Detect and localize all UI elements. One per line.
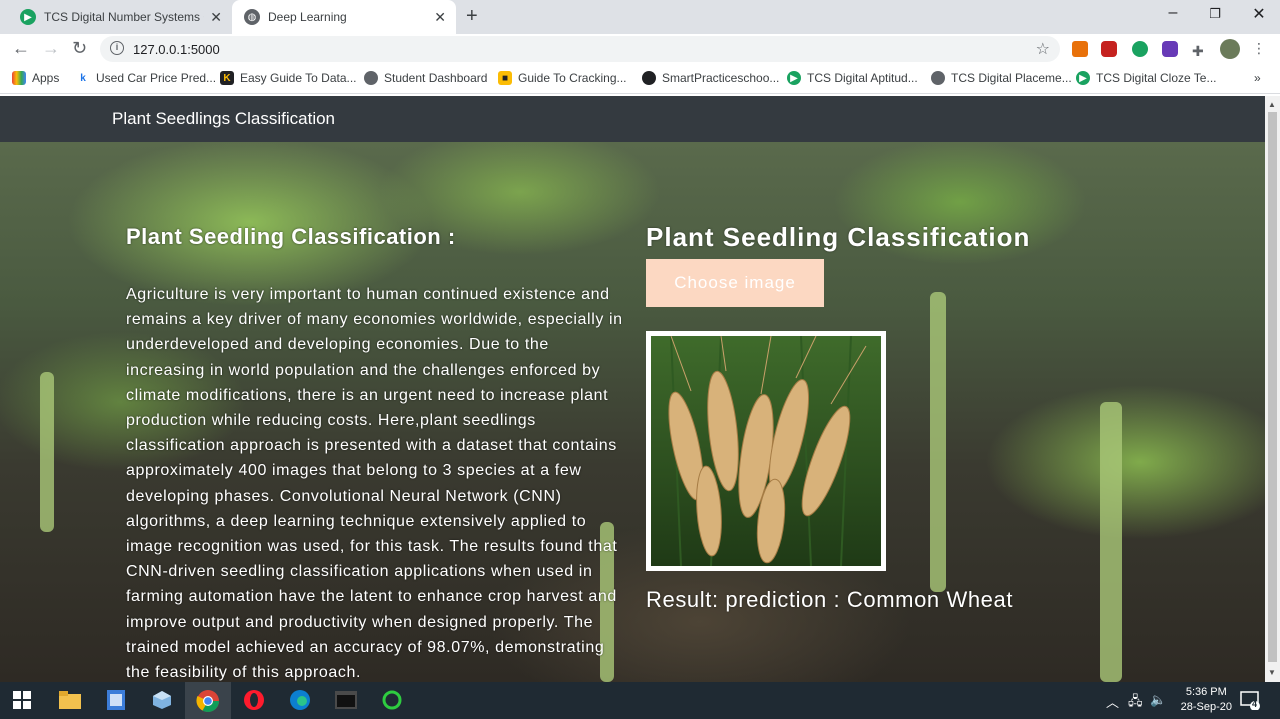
browser-toolbar: ← → ↻ i 127.0.0.1:5000 ☆: [0, 34, 1280, 64]
k-logo-icon: k: [80, 72, 86, 84]
page-scrollbar[interactable]: ▲ ▼: [1265, 96, 1280, 682]
seedling-stem: [1100, 402, 1122, 682]
globe-icon: ◍: [244, 9, 260, 25]
minimize-icon[interactable]: –: [1150, 4, 1196, 22]
section-heading: Plant Seedling Classification :: [126, 224, 456, 249]
notification-count: 4: [1252, 699, 1258, 709]
tab-title: Deep Learning: [268, 10, 347, 24]
seedling-background-image: Plant Seedling Classification : Agricult…: [0, 142, 1265, 682]
tab-title: TCS Digital Number Systems Quiz: [44, 10, 204, 24]
upload-heading: Plant Seedling Classification: [646, 222, 1031, 252]
windows-taskbar: ︿ 🖧 🔈 5:36 PM 28-Sep-20 4: [0, 682, 1280, 719]
file-explorer-icon[interactable]: [58, 688, 82, 712]
upload-column: Plant Seedling Classification Choose ima…: [646, 222, 1086, 612]
extensions-puzzle-icon[interactable]: ✚: [1192, 43, 1208, 59]
prediction-result: Result: prediction : Common Wheat: [646, 587, 1014, 612]
bookmark-label: Used Car Price Pred...: [96, 71, 217, 85]
close-tab-icon[interactable]: ✕: [210, 9, 222, 26]
uploaded-image-preview: [646, 331, 886, 571]
bookmark-student-dashboard[interactable]: Student Dashboard: [364, 71, 487, 85]
more-bookmarks-button[interactable]: »: [1254, 71, 1261, 85]
action-center-icon[interactable]: 4: [1240, 690, 1260, 713]
edge-icon[interactable]: [288, 688, 312, 712]
notepad-icon[interactable]: [104, 688, 128, 712]
globe-icon: [364, 71, 378, 85]
profile-avatar[interactable]: [1220, 39, 1240, 59]
extension-play-icon[interactable]: [1132, 41, 1148, 57]
bookmark-star-icon[interactable]: ☆: [1036, 39, 1050, 59]
description-column: Plant Seedling Classification : Agricult…: [126, 224, 626, 682]
clock-date: 28-Sep-20: [1180, 701, 1232, 713]
close-tab-icon[interactable]: ✕: [434, 9, 446, 26]
bookmark-label: Guide To Cracking...: [518, 71, 627, 85]
scrollbar-thumb[interactable]: [1268, 112, 1277, 662]
project-description: Agriculture is very important to human c…: [126, 286, 623, 682]
seedling-stem: [40, 372, 54, 532]
info-icon[interactable]: i: [110, 41, 124, 55]
terminal-icon[interactable]: [334, 688, 358, 712]
network-icon[interactable]: 🖧: [1128, 692, 1143, 714]
site-navbar: Plant Seedlings Classification: [0, 96, 1265, 142]
volume-icon[interactable]: 🔈: [1150, 692, 1166, 708]
bookmark-label: SmartPracticeschoo...: [662, 71, 780, 85]
scroll-up-icon[interactable]: ▲: [1268, 100, 1276, 109]
bookmark-tcs-aptitude[interactable]: ▶ TCS Digital Aptitud...: [787, 71, 918, 85]
quiz-favicon-icon: ▶: [20, 9, 36, 25]
system-clock[interactable]: 5:36 PM 28-Sep-20: [1181, 685, 1232, 715]
bookmark-label: TCS Digital Cloze Te...: [1096, 71, 1217, 85]
bookmark-tcs-cloze[interactable]: ▶ TCS Digital Cloze Te...: [1076, 71, 1217, 85]
wheat-image: [651, 336, 881, 566]
windows-start-icon[interactable]: [10, 688, 34, 712]
bookmark-label: TCS Digital Placeme...: [951, 71, 1072, 85]
reload-icon[interactable]: ↻: [72, 38, 87, 59]
k-yellow-icon: K: [220, 71, 234, 85]
tab-tcs-quiz[interactable]: ▶ TCS Digital Number Systems Quiz ✕: [8, 0, 232, 34]
globe-icon: [931, 71, 945, 85]
bookmark-label: Apps: [32, 71, 60, 85]
forward-icon[interactable]: →: [42, 38, 60, 59]
extension-k-icon[interactable]: [1162, 41, 1178, 57]
opera-icon[interactable]: [242, 688, 266, 712]
show-hidden-icons-icon[interactable]: ︿: [1106, 692, 1119, 711]
github-icon: [642, 71, 656, 85]
bookmark-smartpractice[interactable]: SmartPracticeschoo...: [642, 71, 779, 85]
navbar-brand[interactable]: Plant Seedlings Classification: [112, 109, 335, 129]
web-page: Plant Seedlings Classification Plant See…: [0, 96, 1265, 682]
chrome-taskbar-icon[interactable]: [185, 682, 231, 719]
address-bar[interactable]: i 127.0.0.1:5000 ☆: [100, 36, 1060, 62]
extension-s-icon[interactable]: [1072, 41, 1088, 57]
bookmark-apps[interactable]: Apps: [12, 71, 59, 85]
back-icon[interactable]: ←: [12, 38, 30, 59]
bookmark-label: TCS Digital Aptitud...: [807, 71, 918, 85]
app-cube-icon[interactable]: [150, 688, 174, 712]
choose-image-button[interactable]: Choose image: [646, 259, 824, 307]
bookmark-label: Easy Guide To Data...: [240, 71, 357, 85]
url-text: 127.0.0.1:5000: [133, 42, 220, 57]
new-tab-icon[interactable]: +: [466, 5, 478, 28]
bookmark-tcs-placement[interactable]: TCS Digital Placeme...: [931, 71, 1072, 85]
bookmark-guide-cracking[interactable]: ■ Guide To Cracking...: [498, 71, 627, 85]
bookmarks-bar: Apps k Used Car Price Pred... K Easy Gui…: [0, 64, 1280, 94]
maximize-icon[interactable]: ❐: [1192, 6, 1238, 22]
tab-deep-learning[interactable]: ◍ Deep Learning ✕: [232, 0, 456, 34]
tab-strip: ▶ TCS Digital Number Systems Quiz ✕ ◍ De…: [0, 0, 1280, 34]
menu-dots-icon[interactable]: ⋮: [1252, 40, 1268, 56]
seedling-stem: [930, 292, 946, 592]
play-green-icon: ▶: [1076, 71, 1090, 85]
app-ring-icon[interactable]: [380, 688, 404, 712]
play-green-icon: ▶: [787, 71, 801, 85]
bookmark-used-car[interactable]: k Used Car Price Pred...: [76, 71, 216, 85]
bookmark-label: Student Dashboard: [384, 71, 488, 85]
more-bookmarks-label: »: [1254, 71, 1261, 85]
apps-grid-icon: [12, 71, 26, 85]
clock-time: 5:36 PM: [1185, 686, 1227, 698]
close-window-icon[interactable]: ✕: [1236, 4, 1280, 24]
guide-logo-icon: ■: [498, 71, 512, 85]
extension-shield-icon[interactable]: [1101, 41, 1117, 57]
bookmark-easy-guide[interactable]: K Easy Guide To Data...: [220, 71, 357, 85]
scroll-down-icon[interactable]: ▼: [1268, 668, 1276, 677]
